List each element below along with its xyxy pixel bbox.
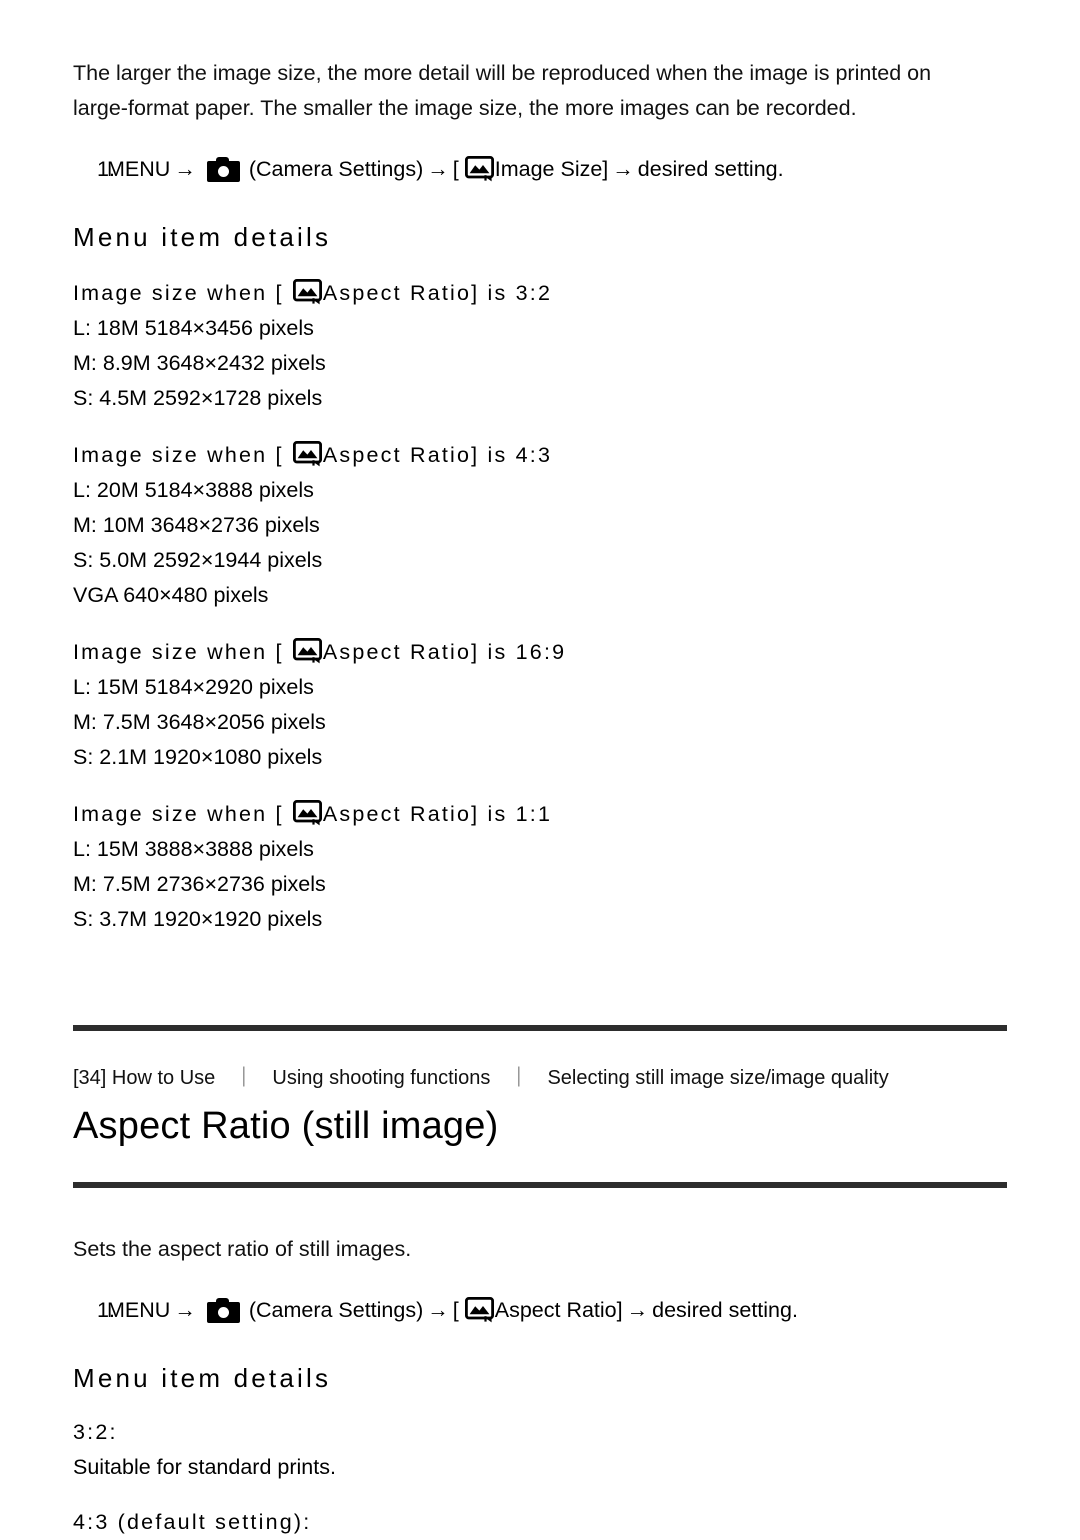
article-description: Sets the aspect ratio of still images. bbox=[73, 1237, 412, 1261]
bracket-open: [ bbox=[452, 1298, 459, 1322]
group-heading-setting: Aspect Ratio] bbox=[322, 802, 480, 826]
menu-label: MENU bbox=[107, 157, 171, 181]
image-size-group: Image size when [ Aspect Ratio] is 4:3 L… bbox=[73, 438, 1007, 613]
option-label: 4:3 (default setting): bbox=[73, 1510, 312, 1534]
spec-line: L: 18M 5184×3456 pixels bbox=[73, 316, 314, 340]
step-number: 1. bbox=[97, 1298, 115, 1322]
group-heading-suffix: is 16:9 bbox=[487, 640, 567, 664]
spec-line: M: 10M 3648×2736 pixels bbox=[73, 513, 320, 537]
group-heading-setting: Aspect Ratio] bbox=[322, 281, 480, 305]
spec-line: M: 8.9M 3648×2432 pixels bbox=[73, 351, 326, 375]
spec-line: M: 7.5M 2736×2736 pixels bbox=[73, 872, 326, 896]
breadcrumb-item-how-to-use[interactable]: [34] How to Use bbox=[73, 1067, 215, 1089]
top-divider-rule bbox=[73, 1025, 1007, 1031]
arrow-glyph: → bbox=[427, 1298, 449, 1322]
page-title: Aspect Ratio (still image) bbox=[73, 1105, 499, 1147]
spec-line: VGA 640×480 pixels bbox=[73, 583, 269, 607]
camera-settings-label: (Camera Settings) bbox=[248, 157, 424, 181]
group-heading-suffix: is 3:2 bbox=[487, 281, 553, 305]
picture-icon bbox=[464, 156, 494, 182]
image-size-group: Image size when [ Aspect Ratio] is 3:2 L… bbox=[73, 276, 1007, 416]
camera-icon bbox=[206, 1297, 240, 1323]
bracket-open: [ bbox=[452, 157, 459, 181]
image-size-group: Image size when [ Aspect Ratio] is 16:9 … bbox=[73, 635, 1007, 775]
step-number: 1. bbox=[97, 157, 115, 181]
option-description: Suitable for standard prints. bbox=[73, 1455, 336, 1479]
step-tail: desired setting. bbox=[652, 1298, 798, 1322]
group-heading: Image size when [ Aspect Ratio] is 3:2 bbox=[73, 276, 1007, 311]
image-size-group: Image size when [ Aspect Ratio] is 1:1 L… bbox=[73, 797, 1007, 937]
menu-item-details-heading: Menu item details bbox=[73, 1363, 332, 1393]
step-list-image-size: 1. MENU → (Camera Settings) → [ Image Si… bbox=[73, 152, 1007, 186]
group-heading-prefix: Image size when [ bbox=[73, 802, 284, 826]
step-tail: desired setting. bbox=[637, 157, 784, 181]
group-heading-prefix: Image size when [ bbox=[73, 281, 284, 305]
spec-line: M: 7.5M 3648×2056 pixels bbox=[73, 710, 326, 734]
arrow-glyph: → bbox=[174, 157, 196, 181]
group-heading-setting: Aspect Ratio] bbox=[322, 443, 480, 467]
spec-line: L: 15M 3888×3888 pixels bbox=[73, 837, 314, 861]
spec-line: S: 5.0M 2592×1944 pixels bbox=[73, 548, 323, 572]
spec-line: L: 20M 5184×3888 pixels bbox=[73, 478, 314, 502]
group-heading-prefix: Image size when [ bbox=[73, 640, 284, 664]
arrow-glyph: → bbox=[427, 157, 449, 181]
camera-icon bbox=[206, 156, 240, 182]
intro-paragraph: The larger the image size, the more deta… bbox=[73, 61, 932, 120]
spec-line: S: 4.5M 2592×1728 pixels bbox=[73, 386, 323, 410]
camera-settings-label: (Camera Settings) bbox=[248, 1298, 424, 1322]
spec-line: L: 15M 5184×2920 pixels bbox=[73, 675, 314, 699]
group-heading-setting: Aspect Ratio] bbox=[322, 640, 480, 664]
arrow-glyph: → bbox=[174, 1298, 196, 1322]
group-heading: Image size when [ Aspect Ratio] is 1:1 bbox=[73, 797, 1007, 832]
step-list-aspect-ratio: 1. MENU → (Camera Settings) → [Aspect R… bbox=[73, 1293, 1007, 1327]
breadcrumb-item-selecting-still-image-size[interactable]: Selecting still image size/image quality bbox=[547, 1067, 888, 1089]
menu-item-details-heading: Menu item details bbox=[73, 222, 332, 252]
breadcrumb-separator: ｜ bbox=[508, 1067, 529, 1089]
spec-line: S: 3.7M 1920×1920 pixels bbox=[73, 907, 323, 931]
group-heading-suffix: is 4:3 bbox=[487, 443, 553, 467]
picture-icon bbox=[464, 1297, 494, 1323]
group-heading-prefix: Image size when [ bbox=[73, 443, 284, 467]
arrow-glyph: → bbox=[626, 1298, 649, 1322]
breadcrumb-separator: ｜ bbox=[233, 1067, 254, 1089]
group-heading: Image size when [ Aspect Ratio] is 4:3 bbox=[73, 438, 1007, 473]
document-page: The larger the image size, the more deta… bbox=[0, 0, 1080, 1534]
menu-label: MENU bbox=[107, 1298, 171, 1322]
article-body: Sets the aspect ratio of still images. 1… bbox=[73, 1188, 1007, 1540]
group-heading-suffix: is 1:1 bbox=[487, 802, 553, 826]
picture-icon bbox=[292, 800, 322, 826]
setting-name: Image Size] bbox=[494, 157, 609, 181]
picture-icon bbox=[292, 638, 322, 664]
step-item: 1. MENU → (Camera Settings) → [ Image Si… bbox=[73, 152, 1007, 186]
breadcrumb: [34] How to Use ｜ Using shooting functio… bbox=[73, 1063, 1007, 1093]
breadcrumb-item-using-shooting-functions[interactable]: Using shooting functions bbox=[272, 1067, 490, 1089]
setting-name: Aspect Ratio] bbox=[494, 1298, 623, 1322]
group-heading: Image size when [ Aspect Ratio] is 16:9 bbox=[73, 635, 1007, 670]
arrow-glyph: → bbox=[612, 157, 634, 181]
picture-icon bbox=[292, 279, 322, 305]
spec-line: S: 2.1M 1920×1080 pixels bbox=[73, 745, 323, 769]
step-item: 1. MENU → (Camera Settings) → [Aspect R… bbox=[73, 1293, 1007, 1327]
option-label: 3:2: bbox=[73, 1420, 118, 1444]
picture-icon bbox=[292, 441, 322, 467]
